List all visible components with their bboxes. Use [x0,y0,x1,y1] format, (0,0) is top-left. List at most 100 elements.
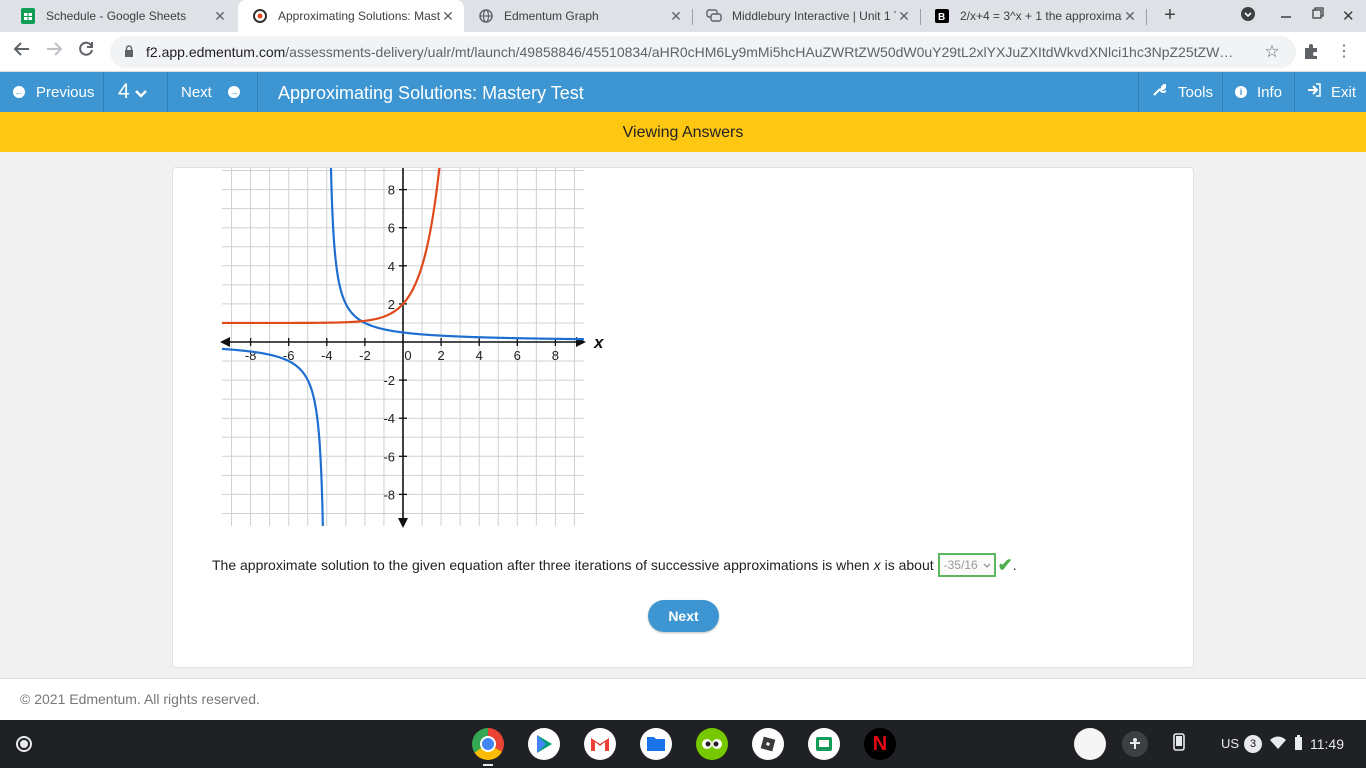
viewing-answers-banner: Viewing Answers [0,112,1366,152]
tab-mastery-test[interactable]: Approximating Solutions: Mastery Test ✕ [238,0,464,32]
close-icon[interactable]: ✕ [440,8,456,25]
accessibility-icon[interactable] [1122,731,1148,757]
edmentum-icon [252,8,268,24]
question-number: 4 [118,80,130,103]
answer-dropdown[interactable]: -35/16 [937,553,996,577]
info-label: Info [1257,83,1283,101]
chrome-icon[interactable] [472,728,504,760]
files-icon[interactable] [640,728,672,760]
user-avatar[interactable] [1074,728,1106,760]
back-icon[interactable] [10,40,34,64]
battery-icon[interactable] [1294,735,1303,754]
curve-rational-left-branch [222,347,324,526]
previous-label: Previous [36,83,95,101]
roblox-icon[interactable] [752,728,784,760]
x-tick-label: 2 [437,348,444,363]
netflix-icon[interactable]: N [864,728,896,760]
info-icon: i [1235,86,1247,98]
x-tick-label: 6 [514,348,521,363]
info-button[interactable]: i Info [1222,72,1294,112]
tab-title: Schedule - Google Sheets [46,9,187,23]
classroom-icon[interactable] [808,728,840,760]
restore-icon[interactable] [1312,6,1324,23]
tab-edmentum-graph[interactable]: Edmentum Graph ✕ [464,0,692,32]
extensions-puzzle-icon[interactable] [1302,42,1320,64]
more-menu-icon[interactable]: ⋮ [1336,41,1352,61]
chevron-down-icon [134,86,147,103]
tab-title: Middlebury Interactive | Unit 1 Test [732,9,896,23]
answer-value: -35/16 [943,558,978,572]
x-axis-label: x [593,333,605,352]
wrench-icon [1152,83,1168,101]
launcher-icon[interactable] [16,736,32,752]
exit-icon [1307,83,1321,101]
question-text-before: The approximate solution to the given eq… [212,557,870,573]
close-icon[interactable]: ✕ [896,8,912,25]
y-tick-label: 2 [388,297,395,312]
tab-middlebury[interactable]: Middlebury Interactive | Unit 1 Test ✕ [692,0,920,32]
question-period: . [1012,557,1017,573]
new-tab-plus-icon[interactable]: + [1158,4,1182,28]
tab-brainly[interactable]: B 2/x+4 = 3^x + 1 the approximate ✕ [920,0,1146,32]
svg-text:B: B [938,12,945,23]
y-tick-label: 4 [388,259,395,274]
wifi-icon[interactable] [1269,736,1287,753]
os-shelf: N US 3 11:49 [0,720,1366,768]
exit-button[interactable]: Exit [1294,72,1366,112]
notification-badge[interactable]: 3 [1244,735,1262,753]
brainly-icon: B [934,8,950,24]
reload-icon[interactable] [74,40,98,64]
x-tick-label: 0 [404,348,411,363]
tab-separator [1146,9,1147,25]
banner-text: Viewing Answers [622,124,744,141]
y-tick-label: 8 [388,183,395,198]
next-label: Next [181,83,212,101]
gmail-icon[interactable] [584,728,616,760]
minimize-icon[interactable] [1280,6,1292,23]
globe-icon [478,8,494,24]
x-tick-label: -4 [321,348,333,363]
tab-search-icon[interactable] [1240,6,1256,25]
tab-title: 2/x+4 = 3^x + 1 the approximate [960,9,1122,23]
play-store-icon[interactable] [528,728,560,760]
next-button[interactable]: Next [648,600,719,632]
correct-check-icon: ✔ [997,554,1013,575]
assessment-nav-bar: ← Previous 4 Next → Approximating Soluti… [0,72,1366,112]
x-tick-label: -2 [359,348,371,363]
duolingo-icon[interactable] [696,728,728,760]
close-icon[interactable]: ✕ [1122,8,1138,25]
close-icon[interactable]: ✕ [212,8,228,25]
tools-button[interactable]: Tools [1138,72,1222,112]
forward-icon[interactable] [42,40,66,64]
address-bar[interactable]: f2.app.edmentum.com/assessments-delivery… [110,36,1296,68]
tab-google-sheets[interactable]: Schedule - Google Sheets ✕ [6,0,236,32]
x-tick-label: 8 [552,348,559,363]
phone-hub-icon[interactable] [1173,733,1185,754]
keyboard-layout[interactable]: US [1221,736,1239,751]
google-sheets-icon [20,8,36,24]
next-question-button[interactable]: Next → [168,72,258,112]
browser-tab-strip: Schedule - Google Sheets ✕ Approximating… [0,0,1366,32]
curve-rational-right-branch [329,168,584,341]
previous-button[interactable]: ← Previous [0,72,104,112]
question-text-after: is about [884,557,934,573]
tab-title: Approximating Solutions: Mastery Test [278,9,440,23]
close-icon[interactable]: ✕ [668,8,684,25]
exit-label: Exit [1331,83,1357,101]
question-variable: x [873,557,881,573]
window-close-icon[interactable]: ✕ [1342,7,1355,25]
arrow-right-circle-icon: → [227,86,240,98]
clock[interactable]: 11:49 [1310,736,1344,752]
copyright-text: © 2021 Edmentum. All rights reserved. [20,691,260,707]
y-tick-label: -8 [383,487,395,502]
url-text: f2.app.edmentum.com/assessments-delivery… [146,44,1262,60]
y-tick-label: -2 [383,373,395,388]
question-number-dropdown[interactable]: 4 [104,72,168,112]
chevron-down-icon [983,558,991,572]
tools-label: Tools [1178,83,1214,101]
y-tick-label: 6 [388,221,395,236]
y-tick-label: -4 [383,411,395,426]
bookmark-star-icon[interactable]: ☆ [1262,42,1282,62]
footer: © 2021 Edmentum. All rights reserved. [0,678,1366,720]
url-host: f2.app.edmentum.com [146,44,286,60]
